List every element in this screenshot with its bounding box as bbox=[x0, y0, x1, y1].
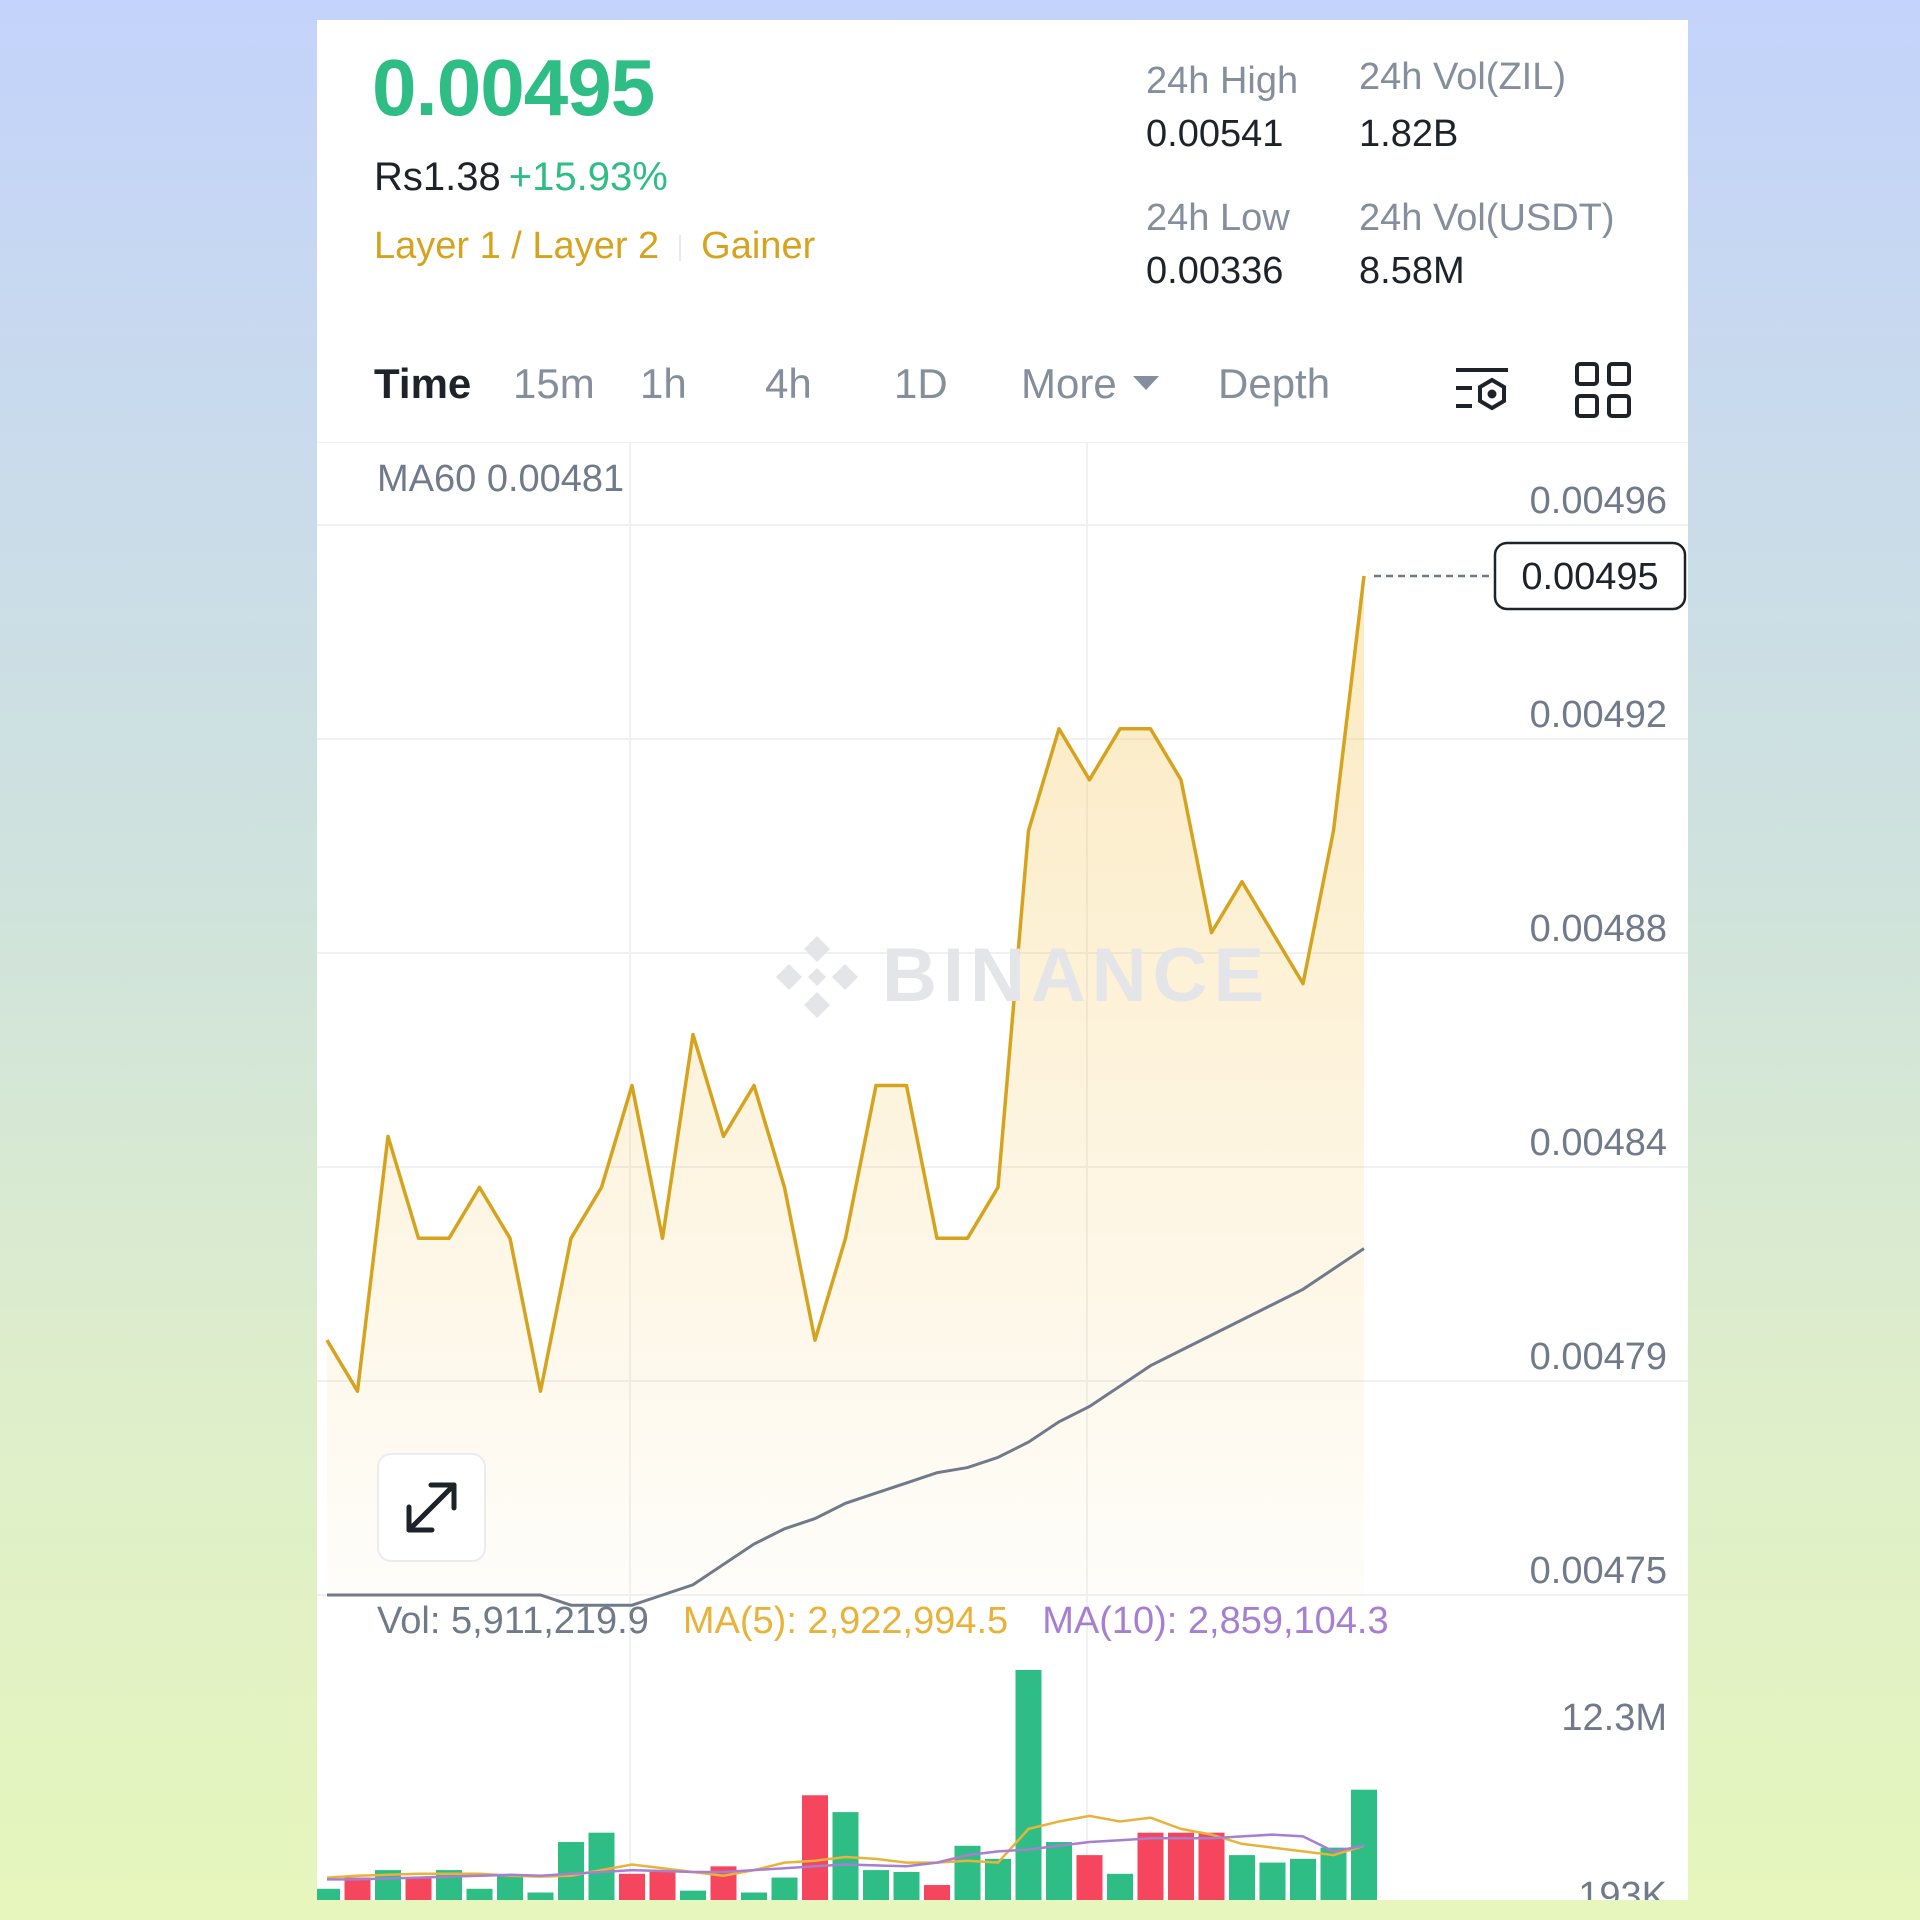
volume-bar bbox=[558, 1842, 584, 1900]
tag-row: Layer 1 / Layer 2 Gainer bbox=[374, 225, 815, 268]
y-tick-label: 0.00475 bbox=[1530, 1550, 1667, 1592]
watermark: BINANCE bbox=[882, 933, 1271, 1018]
change-percent: +15.93% bbox=[508, 155, 668, 199]
volume-min-label: 193K bbox=[1578, 1875, 1667, 1900]
vol-zil-value: 1.82B bbox=[1359, 113, 1459, 155]
volume-bar bbox=[344, 1877, 371, 1900]
volume-max-label: 12.3M bbox=[1561, 1697, 1667, 1739]
volume-bar bbox=[1076, 1855, 1103, 1900]
volume-bar bbox=[1107, 1873, 1133, 1900]
chevron-down-icon bbox=[1132, 375, 1159, 390]
tag-divider bbox=[679, 234, 682, 261]
grid-layout-icon bbox=[1575, 362, 1631, 418]
layout-button[interactable] bbox=[1573, 360, 1633, 420]
price-area bbox=[327, 576, 1364, 1595]
volume-bar bbox=[1137, 1832, 1164, 1900]
volume-ma5: MA(5): 2,922,994.5 bbox=[682, 1600, 1009, 1642]
ma60-legend: MA60 0.00481 bbox=[377, 458, 625, 500]
y-tick-label: 0.00496 bbox=[1530, 480, 1667, 522]
volume-bar bbox=[1351, 1789, 1377, 1900]
volume-value: Vol: 5,911,219.9 bbox=[377, 1600, 649, 1642]
tab-more-label: More bbox=[1021, 360, 1117, 407]
volume-bar bbox=[527, 1892, 554, 1900]
tab-4h[interactable]: 4h bbox=[765, 360, 812, 408]
volume-bar bbox=[863, 1870, 889, 1900]
market-card: 0.00495 Rs1.38 +15.93% Layer 1 / Layer 2 G… bbox=[317, 20, 1688, 1900]
volume-bar bbox=[680, 1890, 706, 1900]
high-value: 0.00541 bbox=[1146, 113, 1284, 155]
y-tick-label: 0.00488 bbox=[1530, 908, 1667, 950]
volume-bar bbox=[1198, 1832, 1225, 1900]
volume-bar bbox=[771, 1877, 798, 1900]
volume-bar bbox=[893, 1871, 920, 1900]
expand-icon bbox=[406, 1482, 457, 1533]
y-tick-label: 0.00484 bbox=[1530, 1122, 1667, 1164]
vol-zil-label: 24h Vol(ZIL) bbox=[1359, 56, 1566, 98]
tab-time[interactable]: Time bbox=[374, 360, 471, 408]
vol-usdt-value: 8.58M bbox=[1359, 250, 1465, 292]
volume-bar bbox=[985, 1858, 1011, 1900]
local-price: Rs1.38 bbox=[374, 155, 501, 199]
high-label: 24h High bbox=[1146, 60, 1299, 102]
volume-bar bbox=[649, 1871, 676, 1900]
volume-bar bbox=[1015, 1670, 1042, 1900]
volume-legend: Vol: 5,911,219.9 MA(5): 2,922,994.5 MA(10)… bbox=[377, 1600, 1389, 1643]
volume-bar bbox=[1168, 1832, 1194, 1900]
volume-bar bbox=[741, 1892, 767, 1900]
y-tick-label: 0.00492 bbox=[1530, 694, 1667, 736]
volume-bar bbox=[802, 1795, 828, 1900]
tab-more[interactable]: More bbox=[1021, 360, 1159, 408]
volume-ma10: MA(10): 2,859,104.3 bbox=[1042, 1600, 1389, 1642]
volume-bar bbox=[924, 1885, 950, 1900]
volume-bar bbox=[497, 1875, 523, 1900]
tag-category[interactable]: Layer 1 / Layer 2 bbox=[374, 225, 659, 267]
tab-depth[interactable]: Depth bbox=[1218, 360, 1330, 408]
volume-bar bbox=[1259, 1862, 1286, 1900]
indicator-settings-icon bbox=[1456, 368, 1508, 411]
tab-15m[interactable]: 15m bbox=[513, 360, 595, 408]
volume-bar bbox=[619, 1873, 645, 1900]
volume-bar bbox=[405, 1877, 432, 1900]
volume-bar bbox=[317, 1888, 340, 1900]
low-value: 0.00336 bbox=[1146, 250, 1284, 292]
indicator-settings-button[interactable] bbox=[1452, 360, 1512, 420]
tab-1d[interactable]: 1D bbox=[894, 360, 948, 408]
expand-button[interactable] bbox=[377, 1453, 486, 1562]
tab-1h[interactable]: 1h bbox=[640, 360, 687, 408]
volume-bar bbox=[1290, 1858, 1316, 1900]
volume-bar bbox=[1229, 1855, 1255, 1900]
current-price-tag-label: 0.00495 bbox=[1521, 556, 1658, 598]
volume-bar bbox=[588, 1832, 615, 1900]
binance-logo-icon bbox=[772, 932, 862, 1027]
tag-status[interactable]: Gainer bbox=[701, 225, 815, 267]
volume-bar bbox=[466, 1888, 493, 1900]
local-price-row: Rs1.38 +15.93% bbox=[374, 155, 668, 200]
volume-bar bbox=[1046, 1842, 1072, 1900]
y-tick-label: 0.00479 bbox=[1530, 1336, 1667, 1378]
price-chart[interactable]: 0.00496 0.00492 0.00488 0.00484 0.00479 0.004… bbox=[317, 442, 1688, 1900]
last-price: 0.00495 bbox=[372, 43, 655, 132]
low-label: 24h Low bbox=[1146, 197, 1290, 239]
vol-usdt-label: 24h Vol(USDT) bbox=[1359, 197, 1615, 239]
